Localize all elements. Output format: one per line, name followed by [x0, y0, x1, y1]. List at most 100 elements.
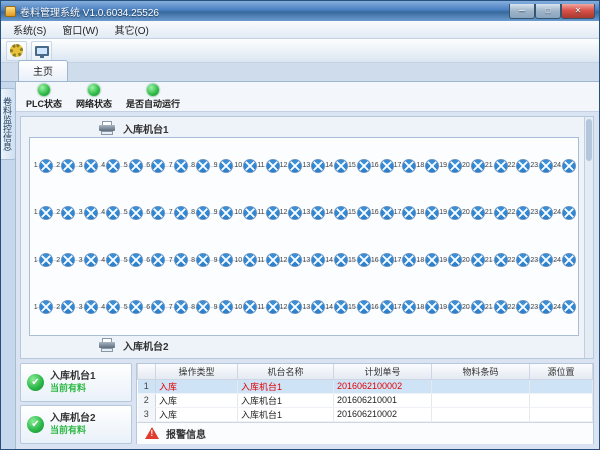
station[interactable]: 5 [122, 253, 144, 267]
settings-button[interactable] [6, 41, 27, 61]
station[interactable]: 17 [394, 206, 417, 220]
station[interactable]: 10 [234, 300, 257, 314]
station[interactable]: 1 [32, 159, 54, 173]
station[interactable]: 7 [167, 253, 189, 267]
station[interactable]: 11 [257, 300, 279, 314]
station[interactable]: 6 [144, 206, 166, 220]
station[interactable]: 12 [280, 253, 303, 267]
station[interactable]: 2 [54, 206, 76, 220]
minimize-button[interactable]: ─ [509, 4, 535, 19]
station[interactable]: 24 [553, 159, 576, 173]
station[interactable]: 5 [122, 300, 144, 314]
station[interactable]: 13 [302, 253, 325, 267]
station[interactable]: 22 [508, 253, 531, 267]
station[interactable]: 8 [189, 206, 211, 220]
machine1-card[interactable]: ✔ 入库机台1 当前有料 [20, 363, 132, 402]
station[interactable]: 6 [144, 253, 166, 267]
station[interactable]: 21 [485, 206, 508, 220]
station[interactable]: 19 [439, 253, 462, 267]
station[interactable]: 13 [302, 300, 325, 314]
station[interactable]: 20 [462, 159, 485, 173]
station[interactable]: 10 [234, 206, 257, 220]
station[interactable]: 3 [77, 159, 99, 173]
station[interactable]: 3 [77, 206, 99, 220]
station[interactable]: 7 [167, 300, 189, 314]
station[interactable]: 16 [371, 300, 394, 314]
side-tab-monitor[interactable]: 卷料监控信息 [0, 88, 16, 160]
station[interactable]: 14 [325, 159, 348, 173]
station[interactable]: 15 [348, 206, 371, 220]
station[interactable]: 9 [212, 159, 234, 173]
close-button[interactable]: ✕ [561, 4, 595, 19]
printer-icon[interactable] [99, 121, 117, 135]
station[interactable]: 8 [189, 159, 211, 173]
station[interactable]: 24 [553, 253, 576, 267]
station[interactable]: 23 [530, 159, 553, 173]
station[interactable]: 7 [167, 206, 189, 220]
station[interactable]: 13 [302, 206, 325, 220]
station[interactable]: 21 [485, 253, 508, 267]
col-source-location[interactable]: 源位置 [530, 364, 593, 379]
maximize-button[interactable]: □ [535, 4, 561, 19]
station[interactable]: 5 [122, 159, 144, 173]
station[interactable]: 11 [257, 159, 279, 173]
station[interactable]: 4 [99, 300, 121, 314]
menu-window[interactable]: 窗口(W) [54, 20, 106, 39]
station[interactable]: 15 [348, 159, 371, 173]
station[interactable]: 7 [167, 159, 189, 173]
station[interactable]: 9 [212, 206, 234, 220]
station[interactable]: 11 [257, 253, 279, 267]
station[interactable]: 14 [325, 300, 348, 314]
station[interactable]: 15 [348, 300, 371, 314]
station[interactable]: 12 [280, 300, 303, 314]
station[interactable]: 3 [77, 300, 99, 314]
machine2-card[interactable]: ✔ 入库机台2 当前有料 [20, 405, 132, 444]
station[interactable]: 19 [439, 300, 462, 314]
station[interactable]: 14 [325, 206, 348, 220]
scrollbar-thumb[interactable] [586, 119, 592, 161]
station[interactable]: 2 [54, 300, 76, 314]
station[interactable]: 22 [508, 300, 531, 314]
station[interactable]: 23 [530, 253, 553, 267]
vertical-scrollbar[interactable] [584, 117, 593, 358]
station[interactable]: 1 [32, 300, 54, 314]
station[interactable]: 17 [394, 253, 417, 267]
row-index[interactable]: 1 [138, 379, 156, 393]
station[interactable]: 20 [462, 206, 485, 220]
station[interactable]: 6 [144, 159, 166, 173]
station[interactable]: 21 [485, 300, 508, 314]
station[interactable]: 23 [530, 206, 553, 220]
station[interactable]: 17 [394, 159, 417, 173]
station[interactable]: 9 [212, 253, 234, 267]
station[interactable]: 1 [32, 253, 54, 267]
tab-home[interactable]: 主页 [18, 60, 68, 81]
station[interactable]: 6 [144, 300, 166, 314]
station[interactable]: 20 [462, 253, 485, 267]
menu-system[interactable]: 系统(S) [5, 20, 54, 39]
station[interactable]: 10 [234, 253, 257, 267]
station[interactable]: 4 [99, 253, 121, 267]
station[interactable]: 16 [371, 253, 394, 267]
station[interactable]: 9 [212, 300, 234, 314]
col-operation-type[interactable]: 操作类型 [156, 364, 238, 379]
station[interactable]: 18 [416, 159, 439, 173]
table-row[interactable]: 2入库入库机台1201606210001 [138, 393, 593, 407]
station[interactable]: 20 [462, 300, 485, 314]
station[interactable]: 16 [371, 206, 394, 220]
col-plan-number[interactable]: 计划单号 [334, 364, 432, 379]
col-material-barcode[interactable]: 物料条码 [432, 364, 530, 379]
station[interactable]: 3 [77, 253, 99, 267]
station[interactable]: 12 [280, 206, 303, 220]
station[interactable]: 17 [394, 300, 417, 314]
station[interactable]: 14 [325, 253, 348, 267]
table-row[interactable]: 3入库入库机台1201606210002 [138, 407, 593, 421]
station[interactable]: 8 [189, 300, 211, 314]
monitor-button[interactable] [31, 41, 52, 61]
station[interactable]: 21 [485, 159, 508, 173]
station[interactable]: 22 [508, 206, 531, 220]
station[interactable]: 19 [439, 206, 462, 220]
row-index[interactable]: 2 [138, 393, 156, 407]
station[interactable]: 2 [54, 159, 76, 173]
table-row[interactable]: 1入库入库机台12016062100002 [138, 379, 593, 393]
menu-other[interactable]: 其它(O) [106, 20, 156, 39]
